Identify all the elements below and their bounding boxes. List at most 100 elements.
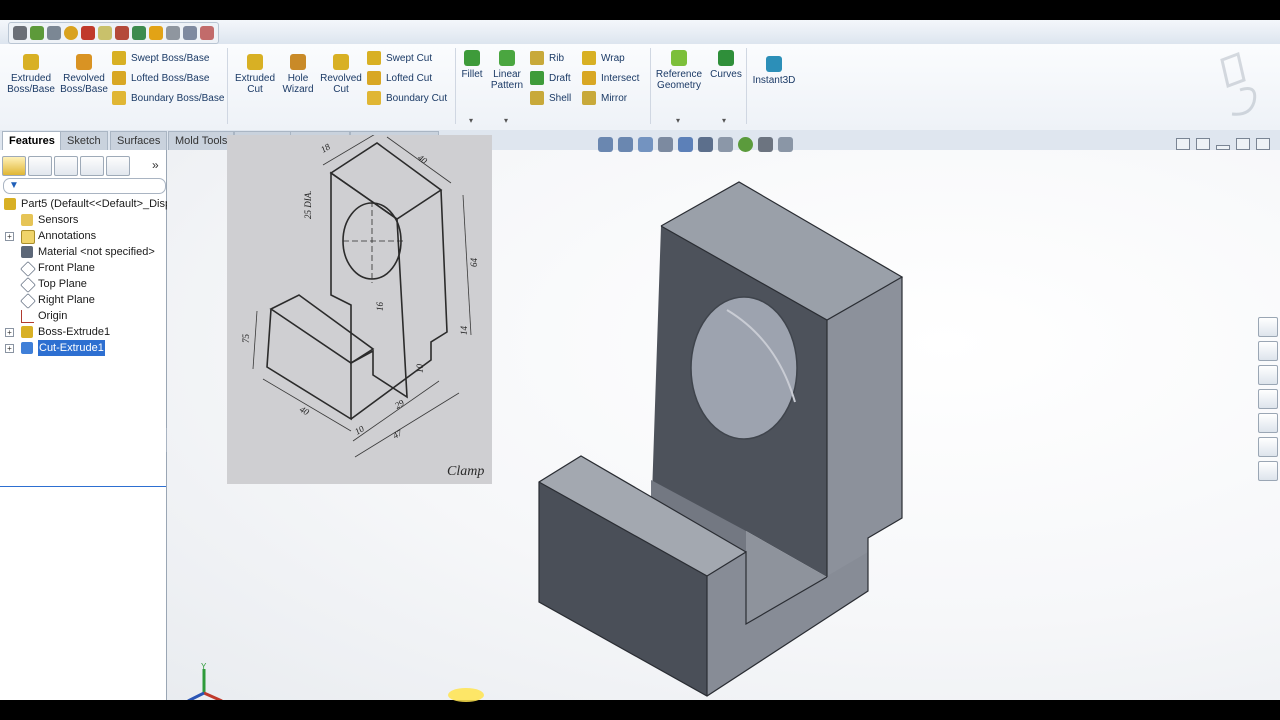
intersect-button[interactable]: Intersect	[582, 70, 639, 86]
display-style-icon[interactable]	[698, 136, 713, 152]
expand-icon[interactable]: +	[5, 328, 14, 337]
reference-geometry-button[interactable]: Reference Geometry	[654, 50, 704, 91]
tree-item-cut-extrude1[interactable]: + Cut-Extrude1	[0, 340, 166, 356]
tile-horizontal-icon[interactable]	[1176, 138, 1190, 150]
display-manager-tab-icon[interactable]	[106, 156, 130, 176]
quick-access-toolbar	[0, 20, 1280, 45]
boundary-cut-button[interactable]: Boundary Cut	[367, 90, 447, 106]
tree-item-top-plane[interactable]: Top Plane	[0, 276, 166, 293]
appearance-icon[interactable]	[738, 136, 753, 152]
feature-manager-tab-icon[interactable]	[2, 156, 26, 176]
dim-label: 64	[469, 258, 479, 268]
revolved-cut-button[interactable]: Revolved Cut	[318, 54, 364, 95]
cut-extrude-icon	[21, 342, 33, 354]
reference-geometry-dropdown-icon[interactable]: ▾	[676, 116, 680, 125]
revolved-boss-button[interactable]: Revolved Boss/Base	[59, 54, 109, 95]
fillet-button[interactable]: Fillet	[458, 50, 486, 80]
tree-item-sensors[interactable]: Sensors	[0, 212, 166, 228]
dim-label: 25 DIA.	[303, 191, 313, 220]
configuration-manager-tab-icon[interactable]	[54, 156, 78, 176]
linear-pattern-button[interactable]: Linear Pattern	[488, 50, 526, 91]
traffic-light-icon[interactable]	[81, 26, 95, 40]
tab-features[interactable]: Features	[2, 131, 62, 150]
home-icon[interactable]	[1258, 341, 1278, 361]
rib-button[interactable]: Rib	[530, 50, 564, 66]
hole-wizard-label: Hole Wizard	[282, 73, 314, 95]
macro-icon[interactable]	[98, 26, 112, 40]
resources-icon[interactable]	[1258, 317, 1278, 337]
view-palette-icon[interactable]	[1258, 413, 1278, 433]
tree-item-material[interactable]: Material <not specified>	[0, 244, 166, 260]
hide-show-items-icon[interactable]	[718, 136, 733, 152]
paint-icon[interactable]	[149, 26, 163, 40]
reference-geometry-icon	[671, 50, 687, 66]
property-manager-tab-icon[interactable]	[28, 156, 52, 176]
clamp-sketch: 18 40 25 DIA. 64 16 75 14 10 29 40 10 47…	[227, 132, 492, 484]
file-explorer-icon[interactable]	[1258, 389, 1278, 409]
tab-sketch[interactable]: Sketch	[60, 131, 108, 150]
rebuild-icon[interactable]	[30, 26, 44, 40]
tools-icon[interactable]	[166, 26, 180, 40]
reference-triad: Y X Z	[187, 663, 223, 700]
appearances-icon[interactable]	[1258, 437, 1278, 457]
fillet-dropdown-icon[interactable]: ▾	[469, 116, 473, 125]
instant3d-button[interactable]: Instant3D	[750, 56, 798, 86]
tree-item-boss-extrude1[interactable]: + Boss-Extrude1	[0, 324, 166, 340]
tree-root[interactable]: Part5 (Default<<Default>_Disp	[0, 196, 171, 212]
boundary-cut-icon	[367, 91, 381, 105]
select-icon[interactable]	[183, 26, 197, 40]
tree-item-right-plane[interactable]: Right Plane	[0, 292, 166, 309]
mirror-button[interactable]: Mirror	[582, 90, 627, 106]
cube-icon[interactable]	[13, 26, 27, 40]
tile-vertical-icon[interactable]	[1196, 138, 1210, 150]
section-view-icon[interactable]	[658, 136, 673, 152]
wrap-button[interactable]: Wrap	[582, 50, 625, 66]
swept-cut-button[interactable]: Swept Cut	[367, 50, 432, 66]
dim-label: 16	[375, 302, 385, 312]
extruded-cut-label: Extruded Cut	[234, 73, 276, 95]
tree-item-annotations[interactable]: + Annotations	[0, 228, 166, 244]
record-icon[interactable]	[64, 26, 78, 40]
draft-button[interactable]: Draft	[530, 70, 571, 86]
link-icon[interactable]	[115, 26, 129, 40]
lofted-cut-button[interactable]: Lofted Cut	[367, 70, 432, 86]
tree-filter[interactable]: ▼	[3, 178, 166, 194]
close-icon[interactable]	[1256, 138, 1270, 150]
origin-icon	[21, 310, 34, 323]
open-book-icon[interactable]	[132, 26, 146, 40]
minimize-icon[interactable]	[1216, 145, 1230, 150]
tab-surfaces[interactable]: Surfaces	[110, 131, 168, 150]
boundary-boss-button[interactable]: Boundary Boss/Base	[112, 90, 224, 106]
crop-icon[interactable]	[200, 26, 214, 40]
linear-pattern-dropdown-icon[interactable]: ▾	[504, 116, 508, 125]
rollback-bar[interactable]	[0, 486, 166, 487]
curves-button[interactable]: Curves	[708, 50, 744, 80]
design-library-icon[interactable]	[1258, 365, 1278, 385]
curves-dropdown-icon[interactable]: ▾	[722, 116, 726, 125]
tab-mold-tools[interactable]: Mold Tools	[168, 131, 235, 150]
extruded-boss-button[interactable]: Extruded Boss/Base	[6, 54, 56, 95]
revolved-cut-icon	[333, 54, 349, 70]
view-settings-icon[interactable]	[778, 136, 793, 152]
options-icon[interactable]	[47, 26, 61, 40]
zoom-to-area-icon[interactable]	[618, 136, 633, 152]
tree-item-front-plane[interactable]: Front Plane	[0, 260, 166, 277]
hole-wizard-button[interactable]: Hole Wizard	[278, 54, 318, 95]
shell-button[interactable]: Shell	[530, 90, 571, 106]
swept-boss-button[interactable]: Swept Boss/Base	[112, 50, 209, 66]
custom-properties-icon[interactable]	[1258, 461, 1278, 481]
restore-icon[interactable]	[1236, 138, 1250, 150]
expand-icon[interactable]: +	[5, 232, 14, 241]
extruded-cut-button[interactable]: Extruded Cut	[232, 54, 278, 95]
expand-panel-icon[interactable]: »	[152, 158, 159, 172]
lofted-boss-button[interactable]: Lofted Boss/Base	[112, 70, 209, 86]
expand-icon[interactable]: +	[5, 344, 14, 353]
zoom-to-fit-icon[interactable]	[598, 136, 613, 152]
tree-item-label: Right Plane	[38, 294, 95, 306]
previous-view-icon[interactable]	[638, 136, 653, 152]
tree-item-origin[interactable]: Origin	[0, 308, 166, 324]
scene-icon[interactable]	[758, 136, 773, 152]
dimxpert-manager-tab-icon[interactable]	[80, 156, 104, 176]
ribbon-separator	[455, 48, 456, 124]
view-orientation-icon[interactable]	[678, 136, 693, 152]
